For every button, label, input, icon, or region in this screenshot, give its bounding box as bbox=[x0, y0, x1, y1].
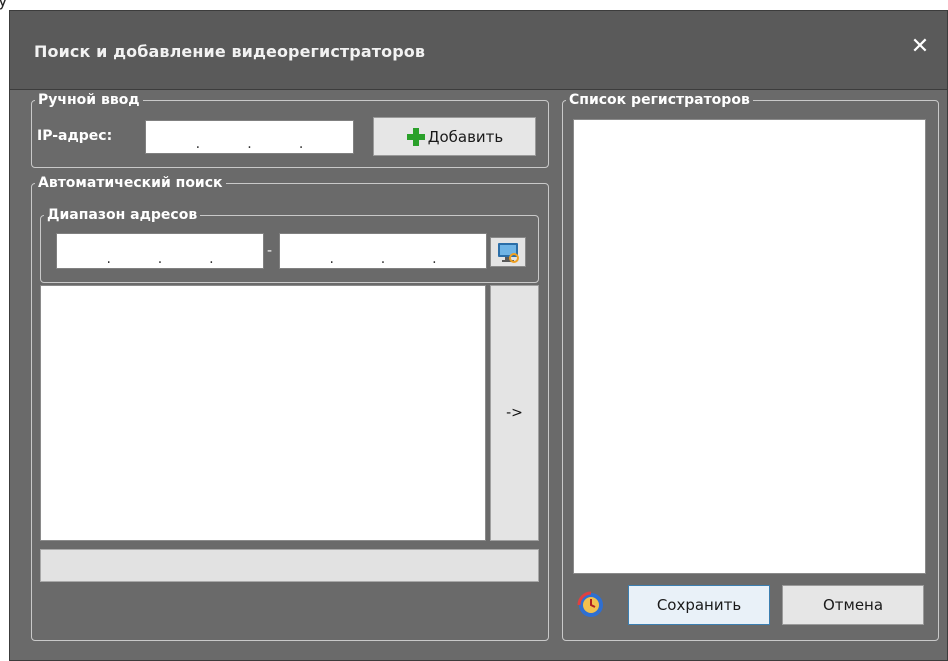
found-devices-list[interactable] bbox=[40, 285, 486, 541]
title-bar: Поиск и добавление видеорегистраторов ✕ bbox=[10, 11, 947, 90]
transfer-button[interactable]: -> bbox=[490, 285, 539, 541]
dialog-window: Поиск и добавление видеорегистраторов ✕ … bbox=[9, 10, 948, 661]
window-title: Поиск и добавление видеорегистраторов bbox=[34, 42, 426, 61]
save-button[interactable]: Сохранить bbox=[628, 585, 770, 625]
ip-octet-separator: . bbox=[195, 136, 201, 152]
background-text-fragment: y bbox=[0, 0, 8, 10]
ip-octet-separator: . bbox=[106, 251, 111, 267]
ip-address-input[interactable]: . . . bbox=[145, 120, 354, 154]
add-button[interactable]: Добавить bbox=[373, 117, 536, 156]
scan-button[interactable] bbox=[490, 237, 526, 267]
ip-octet-separator: . bbox=[209, 251, 214, 267]
add-button-label: Добавить bbox=[427, 127, 504, 146]
manual-input-legend: Ручной ввод bbox=[38, 92, 140, 108]
ip-octet-separator: . bbox=[432, 251, 437, 267]
plus-icon bbox=[406, 127, 425, 146]
address-range-legend: Диапазон адресов bbox=[47, 207, 198, 223]
range-end-input[interactable]: . . . bbox=[279, 233, 487, 269]
ip-address-label: IP-адрес: bbox=[37, 128, 113, 144]
monitor-scan-icon bbox=[498, 243, 519, 263]
refresh-button[interactable] bbox=[575, 589, 607, 621]
ip-octet-separator: . bbox=[247, 136, 252, 152]
range-separator: - bbox=[267, 243, 273, 259]
range-start-input[interactable]: . . . bbox=[56, 233, 264, 269]
registrars-list-legend: Список регистраторов bbox=[569, 92, 750, 108]
close-icon[interactable]: ✕ bbox=[907, 34, 933, 60]
search-progress-bar bbox=[40, 549, 539, 582]
registrars-list[interactable] bbox=[573, 119, 926, 574]
ip-octet-separator: . bbox=[157, 251, 163, 267]
cancel-button[interactable]: Отмена bbox=[782, 585, 924, 625]
ip-octet-separator: . bbox=[380, 251, 386, 267]
ip-octet-separator: . bbox=[298, 136, 304, 152]
refresh-clock-icon bbox=[577, 591, 603, 617]
auto-search-legend: Автоматический поиск bbox=[38, 175, 223, 191]
ip-octet-separator: . bbox=[329, 251, 334, 267]
